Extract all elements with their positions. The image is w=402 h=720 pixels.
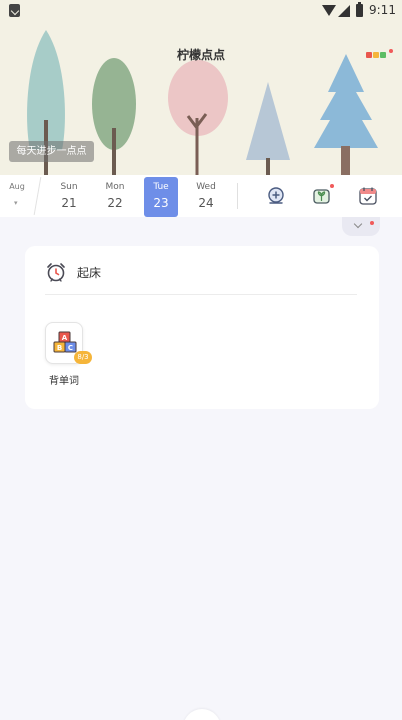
- toolbar-divider: [237, 183, 238, 209]
- day-weekday: Mon: [105, 182, 125, 192]
- alarm-clock-icon: [45, 261, 67, 283]
- habit-section-card: 起床 A B C 8/3 背单词: [25, 246, 379, 409]
- signal-icon: [338, 5, 350, 17]
- day-weekday: Wed: [196, 182, 216, 192]
- status-time: 9:11: [369, 3, 396, 17]
- home-tab-handle[interactable]: [183, 709, 221, 720]
- day-weekday: Tue: [153, 182, 169, 192]
- notification-dot: [389, 49, 393, 53]
- svg-text:C: C: [68, 344, 73, 352]
- menu-dots-icon[interactable]: [366, 49, 393, 59]
- chevron-down-icon[interactable]: ▾: [14, 199, 18, 207]
- green-dot: [380, 52, 386, 58]
- motto-badge: 每天进步一点点: [9, 141, 94, 162]
- section-divider: [45, 294, 357, 295]
- calendar-check-icon[interactable]: [357, 185, 379, 207]
- habit-progress-badge: 8/3: [74, 351, 92, 364]
- day-mon[interactable]: Mon 22: [98, 177, 132, 217]
- notification-dot: [330, 184, 334, 188]
- red-dot: [366, 52, 372, 58]
- wifi-icon: [322, 5, 336, 16]
- svg-text:B: B: [57, 344, 62, 352]
- section-title: 起床: [77, 266, 102, 280]
- header-banner: 柠檬点点 每天进步一点点: [0, 0, 402, 176]
- day-wed[interactable]: Wed 24: [189, 177, 223, 217]
- day-weekday: Sun: [60, 182, 78, 192]
- status-bar: 9:11: [0, 0, 402, 24]
- svg-text:A: A: [62, 334, 68, 342]
- month-selector[interactable]: Aug: [0, 182, 34, 191]
- battery-icon: [356, 2, 363, 17]
- notification-dot: [370, 221, 374, 225]
- app-title: 柠檬点点: [176, 48, 225, 62]
- day-number: 21: [61, 196, 77, 210]
- day-tue-selected[interactable]: Tue 23: [144, 177, 178, 217]
- add-habit-icon[interactable]: [265, 185, 287, 207]
- chevron-down-icon: [353, 219, 363, 229]
- habit-label: 背单词: [49, 376, 79, 387]
- plant-icon[interactable]: [311, 184, 334, 207]
- date-bar: Aug ▾ Sun 21 Mon 22 Tue 23 Wed 24: [0, 175, 402, 217]
- day-sun[interactable]: Sun 21: [52, 177, 86, 217]
- app-notification-icon: [9, 4, 20, 17]
- day-number: 23: [153, 196, 169, 210]
- yellow-dot: [373, 52, 379, 58]
- collapse-toggle[interactable]: [342, 217, 380, 236]
- day-number: 22: [107, 196, 123, 210]
- day-number: 24: [198, 196, 214, 210]
